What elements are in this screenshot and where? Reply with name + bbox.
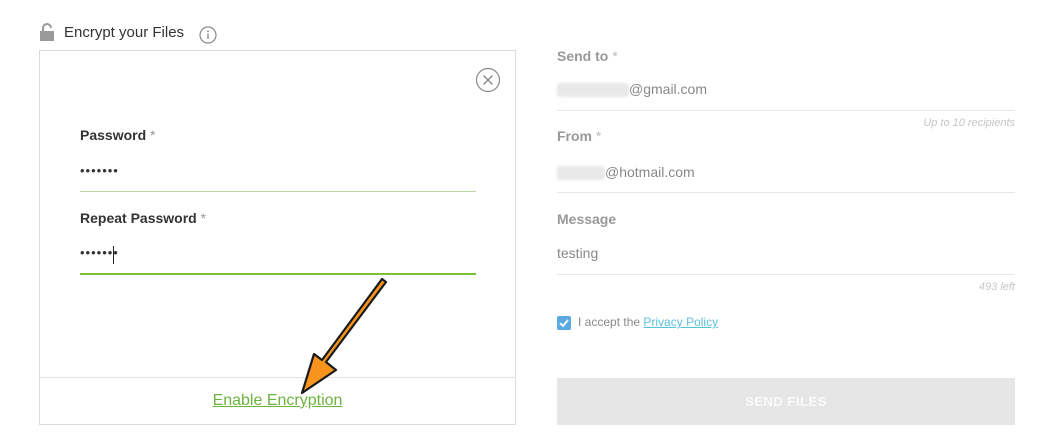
encryption-panel (39, 50, 516, 425)
text-caret (113, 246, 114, 264)
chars-left-counter: 493 left (978, 281, 1015, 293)
from-underline (557, 192, 1015, 193)
from-domain: @hotmail.com (605, 164, 695, 180)
send-to-underline (557, 110, 1015, 111)
required-mark: * (150, 127, 156, 143)
password-label-text: Password (80, 127, 147, 143)
send-to-input[interactable]: @gmail.com (557, 81, 708, 98)
panel-divider (40, 377, 515, 378)
repeat-password-label-text: Repeat Password (80, 210, 197, 226)
close-icon[interactable] (475, 67, 501, 93)
info-icon[interactable] (199, 26, 217, 44)
password-input[interactable]: ••••••• (80, 163, 119, 178)
privacy-policy-link[interactable]: Privacy Policy (643, 315, 718, 329)
accept-text: I accept the (578, 315, 641, 329)
redacted-text (557, 166, 605, 181)
repeat-password-underline (80, 273, 476, 275)
send-to-domain: @gmail.com (629, 81, 708, 97)
send-to-label: Send to * (557, 48, 618, 64)
send-to-label-text: Send to (557, 48, 609, 64)
recipients-hint: Up to 10 recipients (923, 117, 1015, 129)
redacted-text (557, 83, 629, 98)
encrypt-title: Encrypt your Files (64, 24, 185, 41)
repeat-password-label: Repeat Password * (80, 210, 206, 226)
enable-encryption-link[interactable]: Enable Encryption (40, 392, 515, 410)
required-mark: * (595, 128, 602, 144)
message-underline (557, 274, 1015, 275)
password-underline (80, 191, 476, 192)
send-files-button[interactable]: SEND FILES (557, 378, 1015, 425)
accept-policy-text: I accept the Privacy Policy (578, 315, 718, 329)
from-label: From * (557, 128, 601, 144)
required-mark: * (200, 210, 207, 226)
message-label: Message (557, 211, 617, 227)
password-label: Password * (80, 127, 155, 143)
accept-checkbox[interactable] (557, 316, 571, 330)
required-mark: * (612, 48, 618, 64)
from-label-text: From (557, 128, 592, 144)
from-input[interactable]: @hotmail.com (557, 164, 695, 181)
lock-icon (40, 23, 54, 41)
message-input[interactable]: testing (557, 245, 598, 261)
